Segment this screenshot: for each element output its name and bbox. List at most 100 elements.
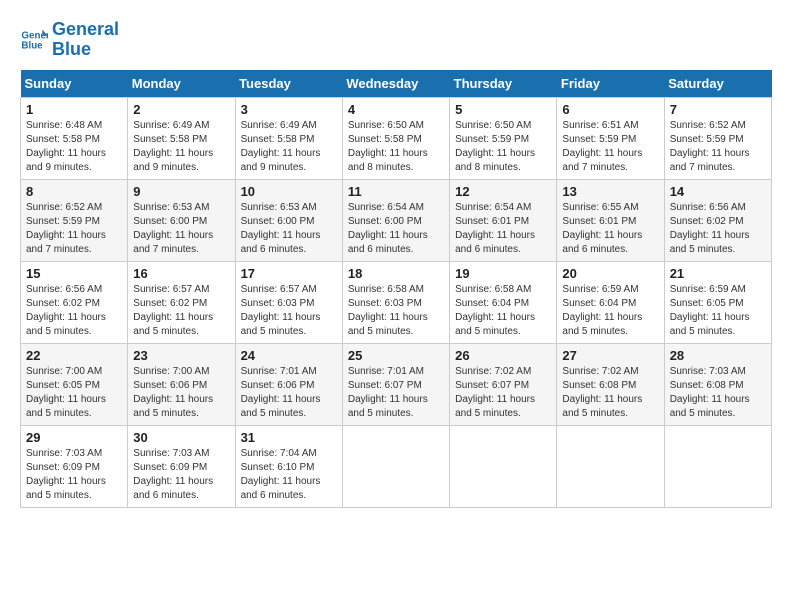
daylight-label: Daylight: 11 hours and 6 minutes.	[562, 230, 642, 255]
sunrise-label: Sunrise: 6:49 AM	[133, 120, 209, 131]
day-header-tuesday: Tuesday	[235, 70, 342, 98]
sunset-label: Sunset: 6:01 PM	[562, 216, 636, 227]
calendar-header-row: SundayMondayTuesdayWednesdayThursdayFrid…	[21, 70, 772, 98]
day-info: Sunrise: 7:00 AM Sunset: 6:06 PM Dayligh…	[133, 365, 229, 421]
sunset-label: Sunset: 6:00 PM	[133, 216, 207, 227]
calendar-cell	[664, 425, 771, 507]
sunset-label: Sunset: 5:59 PM	[670, 134, 744, 145]
day-header-wednesday: Wednesday	[342, 70, 449, 98]
sunrise-label: Sunrise: 6:52 AM	[670, 120, 746, 131]
daylight-label: Daylight: 11 hours and 5 minutes.	[670, 230, 750, 255]
sunrise-label: Sunrise: 6:59 AM	[670, 284, 746, 295]
sunset-label: Sunset: 6:05 PM	[26, 380, 100, 391]
day-number: 4	[348, 102, 444, 117]
sunset-label: Sunset: 5:59 PM	[455, 134, 529, 145]
sunset-label: Sunset: 6:06 PM	[241, 380, 315, 391]
sunset-label: Sunset: 5:59 PM	[562, 134, 636, 145]
day-info: Sunrise: 6:59 AM Sunset: 6:05 PM Dayligh…	[670, 283, 766, 339]
day-number: 10	[241, 184, 337, 199]
day-number: 24	[241, 348, 337, 363]
day-number: 3	[241, 102, 337, 117]
sunrise-label: Sunrise: 6:48 AM	[26, 120, 102, 131]
calendar-cell	[342, 425, 449, 507]
calendar-table: SundayMondayTuesdayWednesdayThursdayFrid…	[20, 70, 772, 508]
day-info: Sunrise: 7:01 AM Sunset: 6:06 PM Dayligh…	[241, 365, 337, 421]
sunrise-label: Sunrise: 7:03 AM	[26, 448, 102, 459]
calendar-cell: 20 Sunrise: 6:59 AM Sunset: 6:04 PM Dayl…	[557, 261, 664, 343]
logo: General Blue General Blue	[20, 20, 119, 60]
sunset-label: Sunset: 6:03 PM	[241, 298, 315, 309]
day-number: 19	[455, 266, 551, 281]
day-info: Sunrise: 6:54 AM Sunset: 6:00 PM Dayligh…	[348, 201, 444, 257]
sunset-label: Sunset: 6:10 PM	[241, 462, 315, 473]
calendar-week-row: 22 Sunrise: 7:00 AM Sunset: 6:05 PM Dayl…	[21, 343, 772, 425]
calendar-cell: 19 Sunrise: 6:58 AM Sunset: 6:04 PM Dayl…	[450, 261, 557, 343]
sunrise-label: Sunrise: 7:01 AM	[241, 366, 317, 377]
daylight-label: Daylight: 11 hours and 5 minutes.	[670, 394, 750, 419]
daylight-label: Daylight: 11 hours and 5 minutes.	[26, 394, 106, 419]
day-header-sunday: Sunday	[21, 70, 128, 98]
day-info: Sunrise: 6:50 AM Sunset: 5:59 PM Dayligh…	[455, 119, 551, 175]
daylight-label: Daylight: 11 hours and 8 minutes.	[348, 148, 428, 173]
sunset-label: Sunset: 6:02 PM	[133, 298, 207, 309]
sunrise-label: Sunrise: 7:00 AM	[133, 366, 209, 377]
daylight-label: Daylight: 11 hours and 8 minutes.	[455, 148, 535, 173]
day-info: Sunrise: 6:56 AM Sunset: 6:02 PM Dayligh…	[26, 283, 122, 339]
sunset-label: Sunset: 6:07 PM	[455, 380, 529, 391]
day-number: 13	[562, 184, 658, 199]
sunrise-label: Sunrise: 7:02 AM	[562, 366, 638, 377]
day-info: Sunrise: 7:04 AM Sunset: 6:10 PM Dayligh…	[241, 447, 337, 503]
day-number: 25	[348, 348, 444, 363]
day-header-monday: Monday	[128, 70, 235, 98]
sunrise-label: Sunrise: 6:57 AM	[133, 284, 209, 295]
calendar-cell: 23 Sunrise: 7:00 AM Sunset: 6:06 PM Dayl…	[128, 343, 235, 425]
day-number: 21	[670, 266, 766, 281]
daylight-label: Daylight: 11 hours and 5 minutes.	[241, 312, 321, 337]
calendar-cell: 3 Sunrise: 6:49 AM Sunset: 5:58 PM Dayli…	[235, 97, 342, 179]
day-info: Sunrise: 6:52 AM Sunset: 5:59 PM Dayligh…	[670, 119, 766, 175]
day-number: 17	[241, 266, 337, 281]
calendar-cell: 29 Sunrise: 7:03 AM Sunset: 6:09 PM Dayl…	[21, 425, 128, 507]
svg-text:Blue: Blue	[21, 40, 43, 51]
sunrise-label: Sunrise: 7:00 AM	[26, 366, 102, 377]
daylight-label: Daylight: 11 hours and 7 minutes.	[670, 148, 750, 173]
day-info: Sunrise: 7:00 AM Sunset: 6:05 PM Dayligh…	[26, 365, 122, 421]
calendar-cell: 2 Sunrise: 6:49 AM Sunset: 5:58 PM Dayli…	[128, 97, 235, 179]
daylight-label: Daylight: 11 hours and 6 minutes.	[455, 230, 535, 255]
calendar-cell	[557, 425, 664, 507]
day-number: 15	[26, 266, 122, 281]
daylight-label: Daylight: 11 hours and 5 minutes.	[455, 312, 535, 337]
sunset-label: Sunset: 6:02 PM	[26, 298, 100, 309]
daylight-label: Daylight: 11 hours and 6 minutes.	[133, 476, 213, 501]
calendar-cell: 16 Sunrise: 6:57 AM Sunset: 6:02 PM Dayl…	[128, 261, 235, 343]
sunrise-label: Sunrise: 6:55 AM	[562, 202, 638, 213]
day-info: Sunrise: 7:01 AM Sunset: 6:07 PM Dayligh…	[348, 365, 444, 421]
sunset-label: Sunset: 6:03 PM	[348, 298, 422, 309]
day-number: 20	[562, 266, 658, 281]
sunrise-label: Sunrise: 6:49 AM	[241, 120, 317, 131]
calendar-cell: 18 Sunrise: 6:58 AM Sunset: 6:03 PM Dayl…	[342, 261, 449, 343]
daylight-label: Daylight: 11 hours and 7 minutes.	[562, 148, 642, 173]
day-info: Sunrise: 6:48 AM Sunset: 5:58 PM Dayligh…	[26, 119, 122, 175]
calendar-cell: 14 Sunrise: 6:56 AM Sunset: 6:02 PM Dayl…	[664, 179, 771, 261]
sunset-label: Sunset: 6:07 PM	[348, 380, 422, 391]
daylight-label: Daylight: 11 hours and 6 minutes.	[241, 230, 321, 255]
day-number: 6	[562, 102, 658, 117]
sunset-label: Sunset: 6:06 PM	[133, 380, 207, 391]
day-number: 29	[26, 430, 122, 445]
sunrise-label: Sunrise: 7:03 AM	[670, 366, 746, 377]
day-info: Sunrise: 6:53 AM Sunset: 6:00 PM Dayligh…	[133, 201, 229, 257]
calendar-week-row: 15 Sunrise: 6:56 AM Sunset: 6:02 PM Dayl…	[21, 261, 772, 343]
sunset-label: Sunset: 5:58 PM	[26, 134, 100, 145]
sunrise-label: Sunrise: 6:52 AM	[26, 202, 102, 213]
calendar-cell: 8 Sunrise: 6:52 AM Sunset: 5:59 PM Dayli…	[21, 179, 128, 261]
calendar-cell: 13 Sunrise: 6:55 AM Sunset: 6:01 PM Dayl…	[557, 179, 664, 261]
day-number: 8	[26, 184, 122, 199]
day-info: Sunrise: 6:59 AM Sunset: 6:04 PM Dayligh…	[562, 283, 658, 339]
sunset-label: Sunset: 5:58 PM	[133, 134, 207, 145]
sunrise-label: Sunrise: 7:04 AM	[241, 448, 317, 459]
day-info: Sunrise: 6:50 AM Sunset: 5:58 PM Dayligh…	[348, 119, 444, 175]
daylight-label: Daylight: 11 hours and 5 minutes.	[26, 312, 106, 337]
daylight-label: Daylight: 11 hours and 6 minutes.	[348, 230, 428, 255]
daylight-label: Daylight: 11 hours and 7 minutes.	[133, 230, 213, 255]
